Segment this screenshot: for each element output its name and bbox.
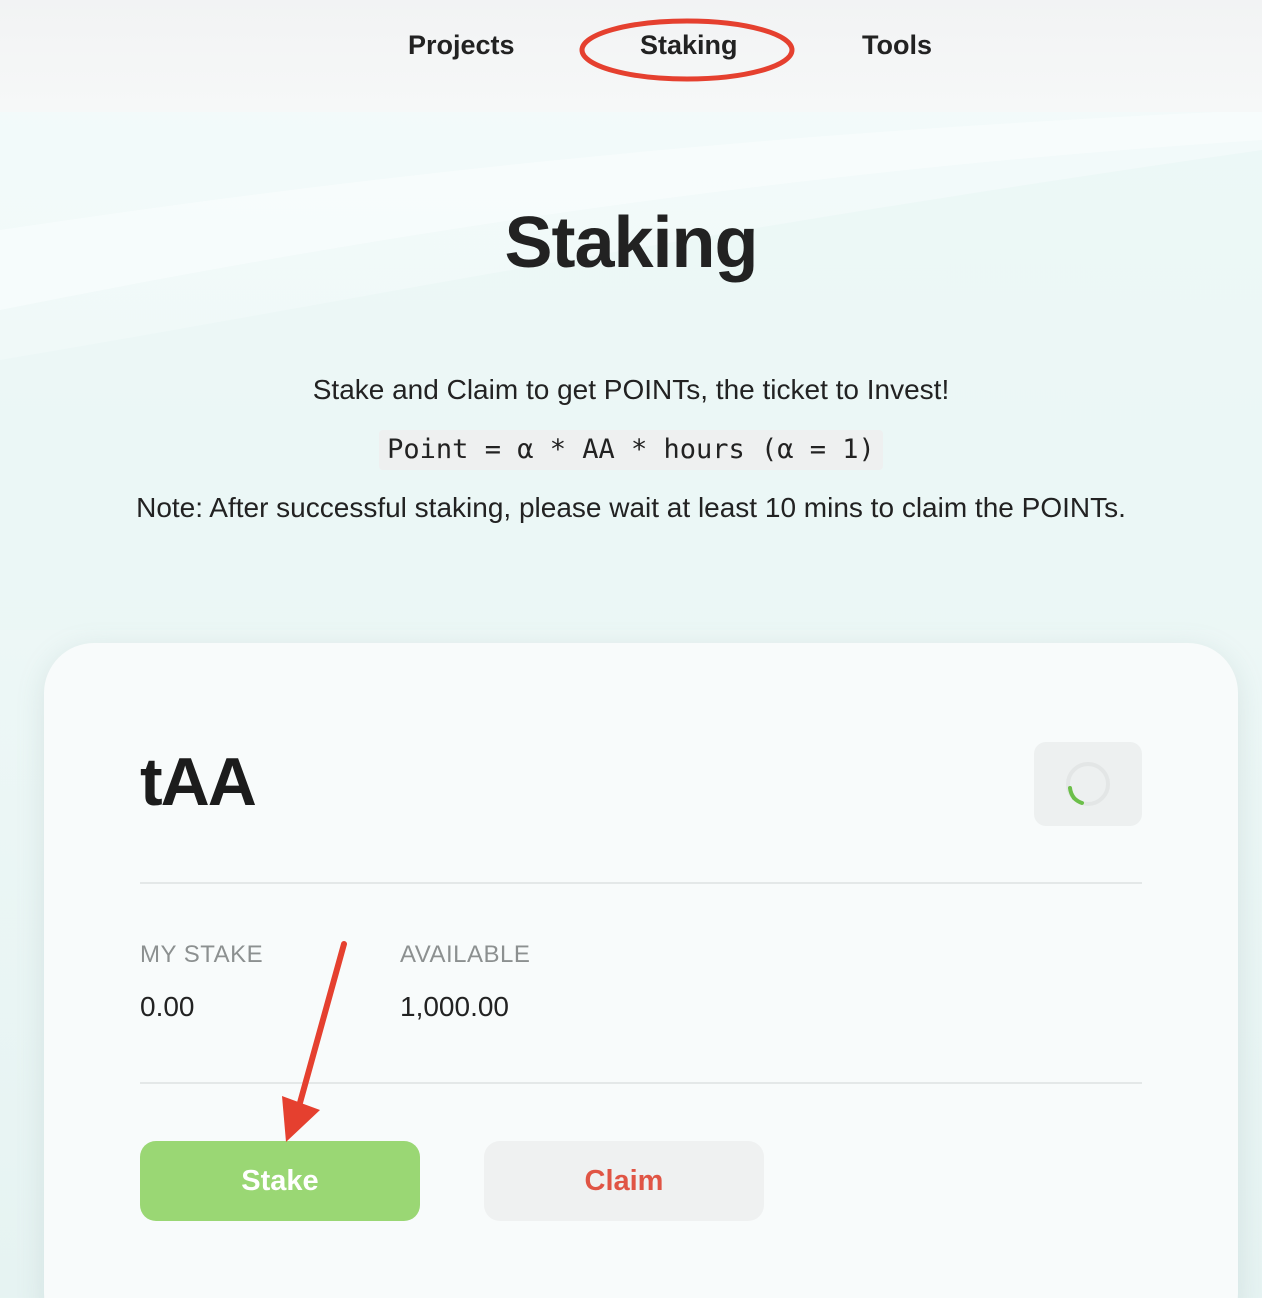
nav-item-projects[interactable]: Projects	[408, 30, 515, 61]
page-subtitle: Stake and Claim to get POINTs, the ticke…	[312, 374, 950, 405]
card-divider-top	[140, 882, 1142, 884]
formula-container: Point = α * AA * hours (α = 1)	[0, 430, 1262, 470]
available-label: AVAILABLE	[400, 941, 531, 968]
loading-spinner-icon	[1066, 762, 1110, 806]
background-wave	[0, 110, 1262, 630]
refresh-button[interactable]	[1034, 742, 1142, 826]
top-navigation: Projects Staking Tools	[0, 0, 1262, 112]
token-name: tAA	[140, 744, 257, 820]
my-stake-value: 0.00	[140, 991, 195, 1022]
nav-item-tools[interactable]: Tools	[862, 30, 932, 61]
points-formula: Point = α * AA * hours (α = 1)	[379, 430, 883, 470]
staking-note: Note: After successful staking, please w…	[136, 492, 1126, 523]
staking-card: tAA MY STAKE 0.00 AVAILABLE 1,000.00 Sta…	[44, 643, 1238, 1298]
card-divider-bottom	[140, 1082, 1142, 1084]
stake-button[interactable]: Stake	[140, 1141, 420, 1221]
claim-button[interactable]: Claim	[484, 1141, 764, 1221]
page-title: Staking	[504, 203, 758, 283]
available-value: 1,000.00	[400, 991, 509, 1022]
my-stake-label: MY STAKE	[140, 941, 264, 968]
nav-item-staking[interactable]: Staking	[640, 30, 738, 61]
